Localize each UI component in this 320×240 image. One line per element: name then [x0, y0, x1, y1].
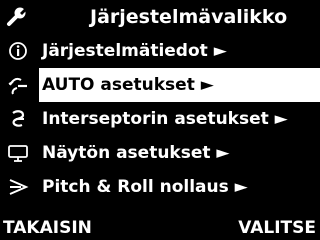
menu-item-label: Pitch & Roll nollaus ►	[42, 177, 248, 197]
page-title: Järjestelmävalikko	[90, 6, 288, 28]
menu-item-label: AUTO asetukset ►	[42, 75, 214, 95]
back-button[interactable]: TAKAISIN	[3, 216, 92, 240]
menu-item-interceptor-settings[interactable]: Interseptorin asetukset ►	[0, 102, 320, 136]
info-icon	[7, 41, 29, 61]
pitch-roll-icon	[7, 177, 29, 197]
menu-item-pitch-roll-reset[interactable]: Pitch & Roll nollaus ►	[0, 170, 320, 204]
menu-item-auto-settings[interactable]: AUTO asetukset ►	[0, 68, 320, 102]
monitor-icon	[7, 143, 29, 163]
menu-item-system-info[interactable]: Järjestelmätiedot ►	[0, 34, 320, 68]
menu-item-label: Näytön asetukset ►	[42, 143, 230, 163]
interceptor-icon	[7, 109, 29, 129]
steering-icon	[7, 75, 29, 95]
menu-item-label: Interseptorin asetukset ►	[42, 109, 288, 129]
select-button[interactable]: VALITSE	[238, 216, 316, 240]
wrench-icon	[6, 7, 28, 27]
menu-item-display-settings[interactable]: Näytön asetukset ►	[0, 136, 320, 170]
menu-item-label: Järjestelmätiedot ►	[42, 41, 227, 61]
header: Järjestelmävalikko	[0, 0, 320, 34]
